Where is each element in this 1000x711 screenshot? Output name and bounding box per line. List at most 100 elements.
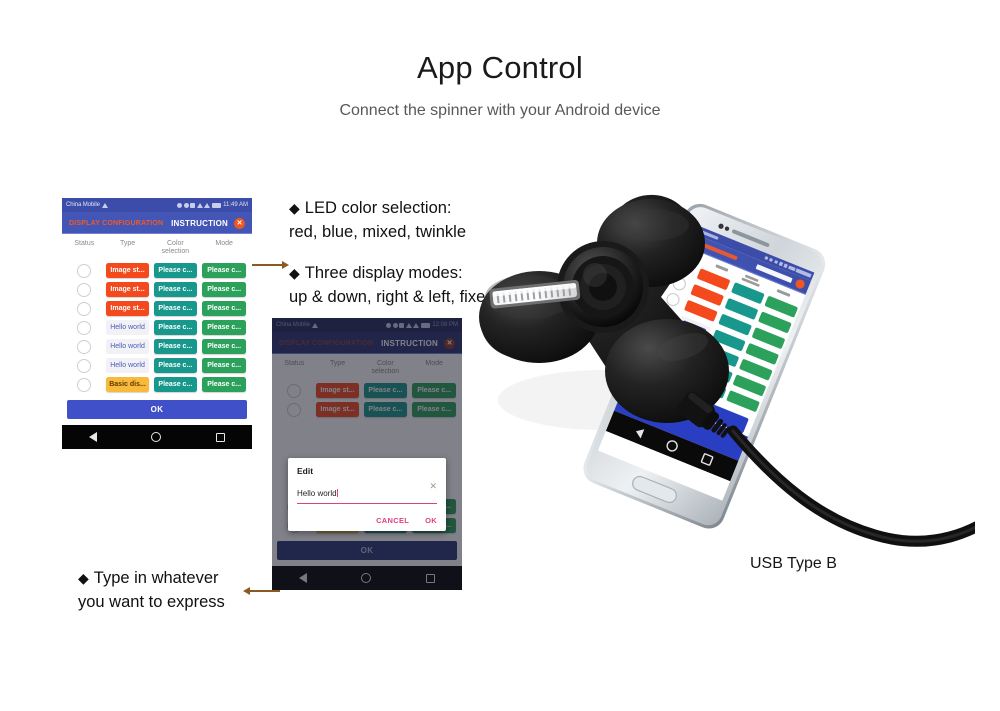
color-selection-cell: Please c...: [151, 263, 199, 278]
status-radio[interactable]: [287, 383, 302, 398]
type-chip[interactable]: Hello world: [106, 339, 150, 354]
column-header-color-selection: Color selection: [361, 360, 409, 376]
cancel-button[interactable]: CANCEL: [376, 516, 409, 525]
dialog-input-wrapper[interactable]: Hello world ✕: [297, 482, 437, 504]
type-chip[interactable]: Hello world: [106, 358, 150, 373]
column-header-mode: Mode: [425, 360, 443, 367]
dialog-text-input[interactable]: Hello world: [297, 489, 337, 498]
mode-chip[interactable]: Please c...: [201, 339, 247, 354]
battery-icon: [211, 202, 221, 208]
product-photo-svg: [479, 194, 1000, 547]
clear-icon[interactable]: ✕: [429, 482, 437, 491]
table-row[interactable]: Hello worldPlease c...Please c...: [62, 356, 252, 375]
color-selection-chip[interactable]: Please c...: [363, 383, 407, 398]
type-cell: Image st...: [314, 383, 362, 398]
instruction-button[interactable]: INSTRUCTION: [381, 339, 438, 348]
color-selection-cell: Please c...: [151, 320, 199, 335]
ok-button[interactable]: OK: [277, 541, 457, 560]
feature-bullets-left: ◆ Type in whatever you want to express: [78, 566, 225, 614]
status-radio[interactable]: [77, 263, 92, 278]
mode-cell: Please c...: [409, 383, 459, 398]
type-chip[interactable]: Image st...: [106, 263, 150, 278]
page-title: App Control: [417, 50, 583, 85]
mode-cell: Please c...: [199, 282, 249, 297]
close-icon[interactable]: ✕: [234, 217, 245, 229]
type-chip[interactable]: Image st...: [106, 282, 150, 297]
status-bar: China Mobile 12:08 PM: [272, 318, 462, 332]
table-row[interactable]: Image st... Please c... Please c...: [272, 381, 462, 400]
usb-type-b-label: USB Type B: [750, 555, 837, 572]
recents-icon[interactable]: [425, 573, 435, 583]
color-selection-cell: Please c...: [361, 402, 409, 417]
back-icon[interactable]: [89, 432, 98, 442]
color-selection-chip[interactable]: Please c...: [153, 320, 197, 335]
table-row[interactable]: Hello worldPlease c...Please c...: [62, 337, 252, 356]
signal-icon: [204, 202, 211, 208]
battery-icon: [420, 322, 430, 328]
table-row[interactable]: Image st... Please c... Please c...: [62, 261, 252, 280]
table-row[interactable]: Basic dis...Please c...Please c...: [62, 375, 252, 394]
color-selection-chip[interactable]: Please c...: [153, 358, 197, 373]
type-chip[interactable]: Image st...: [316, 402, 360, 417]
settings-icon: [190, 202, 196, 208]
table-header: Status Type Color selection Mode: [62, 234, 252, 261]
table-row[interactable]: Hello worldPlease c...Please c...: [62, 318, 252, 337]
ok-button[interactable]: OK: [67, 400, 247, 419]
type-chip[interactable]: Hello world: [106, 320, 150, 335]
type-cell: Hello world: [104, 339, 152, 354]
status-cell: [65, 301, 104, 316]
status-radio[interactable]: [77, 339, 92, 354]
mode-chip[interactable]: Please c...: [201, 263, 247, 278]
dialog-ok-button[interactable]: OK: [425, 516, 437, 525]
home-icon[interactable]: [151, 432, 162, 442]
mode-chip[interactable]: Please c...: [201, 320, 247, 335]
mode-chip[interactable]: Please c...: [201, 282, 247, 297]
column-header-color-line2: selection: [371, 368, 400, 375]
color-selection-chip[interactable]: Please c...: [363, 402, 407, 417]
type-chip[interactable]: Basic dis...: [106, 377, 150, 392]
mode-chip[interactable]: Please c...: [201, 358, 247, 373]
close-icon[interactable]: ✕: [444, 337, 455, 349]
diamond-bullet-icon: ◆: [289, 200, 300, 216]
recents-icon[interactable]: [215, 432, 225, 442]
mode-chip[interactable]: Please c...: [201, 301, 247, 316]
mode-chip[interactable]: Please c...: [411, 383, 457, 398]
status-radio[interactable]: [77, 301, 92, 316]
type-chip[interactable]: Image st...: [316, 383, 360, 398]
table-row[interactable]: Image st... Please c... Please c...: [272, 400, 462, 419]
table-row[interactable]: Image st... Please c... Please c...: [62, 299, 252, 318]
status-radio[interactable]: [77, 358, 92, 373]
carrier-label: China Mobile: [276, 322, 310, 328]
color-selection-chip[interactable]: Please c...: [153, 377, 197, 392]
mode-chip[interactable]: Please c...: [411, 402, 457, 417]
edit-dialog: Edit Hello world ✕ CANCEL OK: [288, 458, 446, 531]
column-header-color-selection: Color selection: [151, 240, 199, 256]
table-row[interactable]: Image st... Please c... Please c...: [62, 280, 252, 299]
mode-chip[interactable]: Please c...: [201, 377, 247, 392]
status-radio[interactable]: [77, 320, 92, 335]
type-chip[interactable]: Image st...: [106, 301, 150, 316]
app-bar-title: DISPLAY CONFIGURATION: [69, 219, 164, 227]
color-selection-chip[interactable]: Please c...: [153, 282, 197, 297]
color-selection-cell: Please c...: [151, 282, 199, 297]
instruction-button[interactable]: INSTRUCTION: [171, 219, 228, 228]
type-cell: Image st...: [104, 301, 152, 316]
color-selection-cell: Please c...: [361, 383, 409, 398]
sync-icon: [392, 322, 398, 328]
status-radio[interactable]: [77, 282, 92, 297]
phone-mockup-edit-dialog: China Mobile 12:08 PM DISPLAY CONFIGURAT…: [272, 318, 462, 590]
table-body-top: Image st... Please c... Please c... Image s…: [272, 381, 462, 419]
column-header-status: Status: [74, 240, 95, 247]
home-icon[interactable]: [361, 573, 372, 583]
color-selection-cell: Please c...: [151, 301, 199, 316]
mode-cell: Please c...: [199, 320, 249, 335]
color-selection-chip[interactable]: Please c...: [153, 339, 197, 354]
back-icon[interactable]: [299, 573, 308, 583]
status-radio[interactable]: [77, 377, 92, 392]
color-selection-chip[interactable]: Please c...: [153, 263, 197, 278]
color-selection-chip[interactable]: Please c...: [153, 301, 197, 316]
bullet-subline: you want to express: [78, 593, 225, 611]
android-nav-bar: [272, 566, 462, 590]
status-radio[interactable]: [287, 402, 302, 417]
wifi-icon: [405, 322, 412, 328]
